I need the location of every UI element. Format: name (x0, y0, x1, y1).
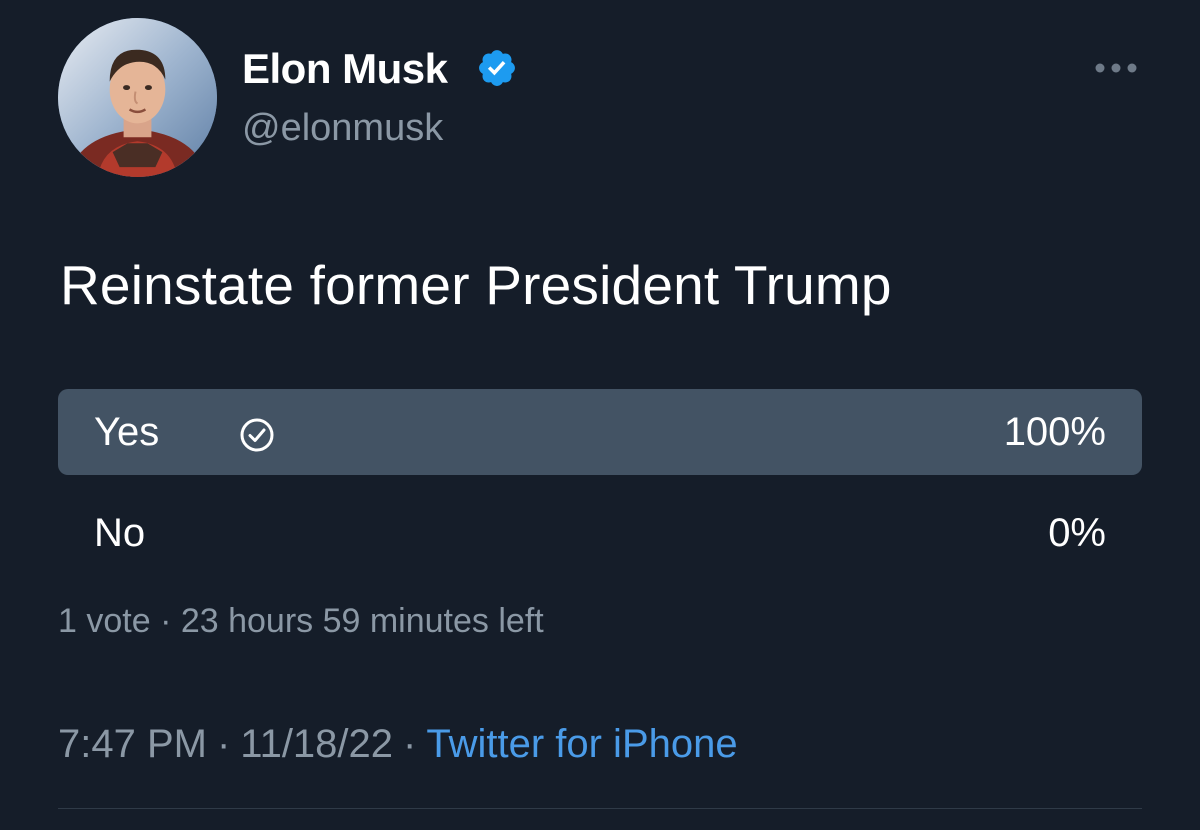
tweet-text: Reinstate former President Trump (60, 254, 892, 316)
poll-option-percent: 100% (1003, 410, 1106, 454)
poll-result-bar (58, 389, 1142, 475)
avatar[interactable] (58, 18, 217, 177)
separator-dot: · (216, 722, 231, 766)
poll-meta: 1 vote · 23 hours 59 minutes left (58, 602, 544, 640)
tweet-timestamp: 7:47 PM · 11/18/22 · Twitter for iPhone (58, 720, 738, 768)
avatar-image (58, 18, 217, 177)
poll-option-percent: 0% (1048, 511, 1106, 555)
tweet-time[interactable]: 7:47 PM (58, 722, 207, 766)
tweet-source-link[interactable]: Twitter for iPhone (426, 722, 737, 766)
poll-option-yes[interactable]: Yes 100% (58, 389, 1142, 475)
author-handle[interactable]: @elonmusk (242, 105, 443, 151)
divider (58, 808, 1142, 809)
tweet-date[interactable]: 11/18/22 (240, 722, 393, 766)
poll-option-label: No (94, 511, 146, 555)
check-circle-icon (240, 418, 274, 452)
more-options-icon[interactable] (1094, 60, 1138, 76)
verified-badge-icon[interactable] (476, 47, 518, 89)
poll-option-no[interactable]: No 0% (58, 490, 1142, 576)
separator-dot: · (403, 722, 417, 766)
poll-option-label: Yes (94, 410, 160, 454)
author-display-name[interactable]: Elon Musk (242, 44, 448, 94)
